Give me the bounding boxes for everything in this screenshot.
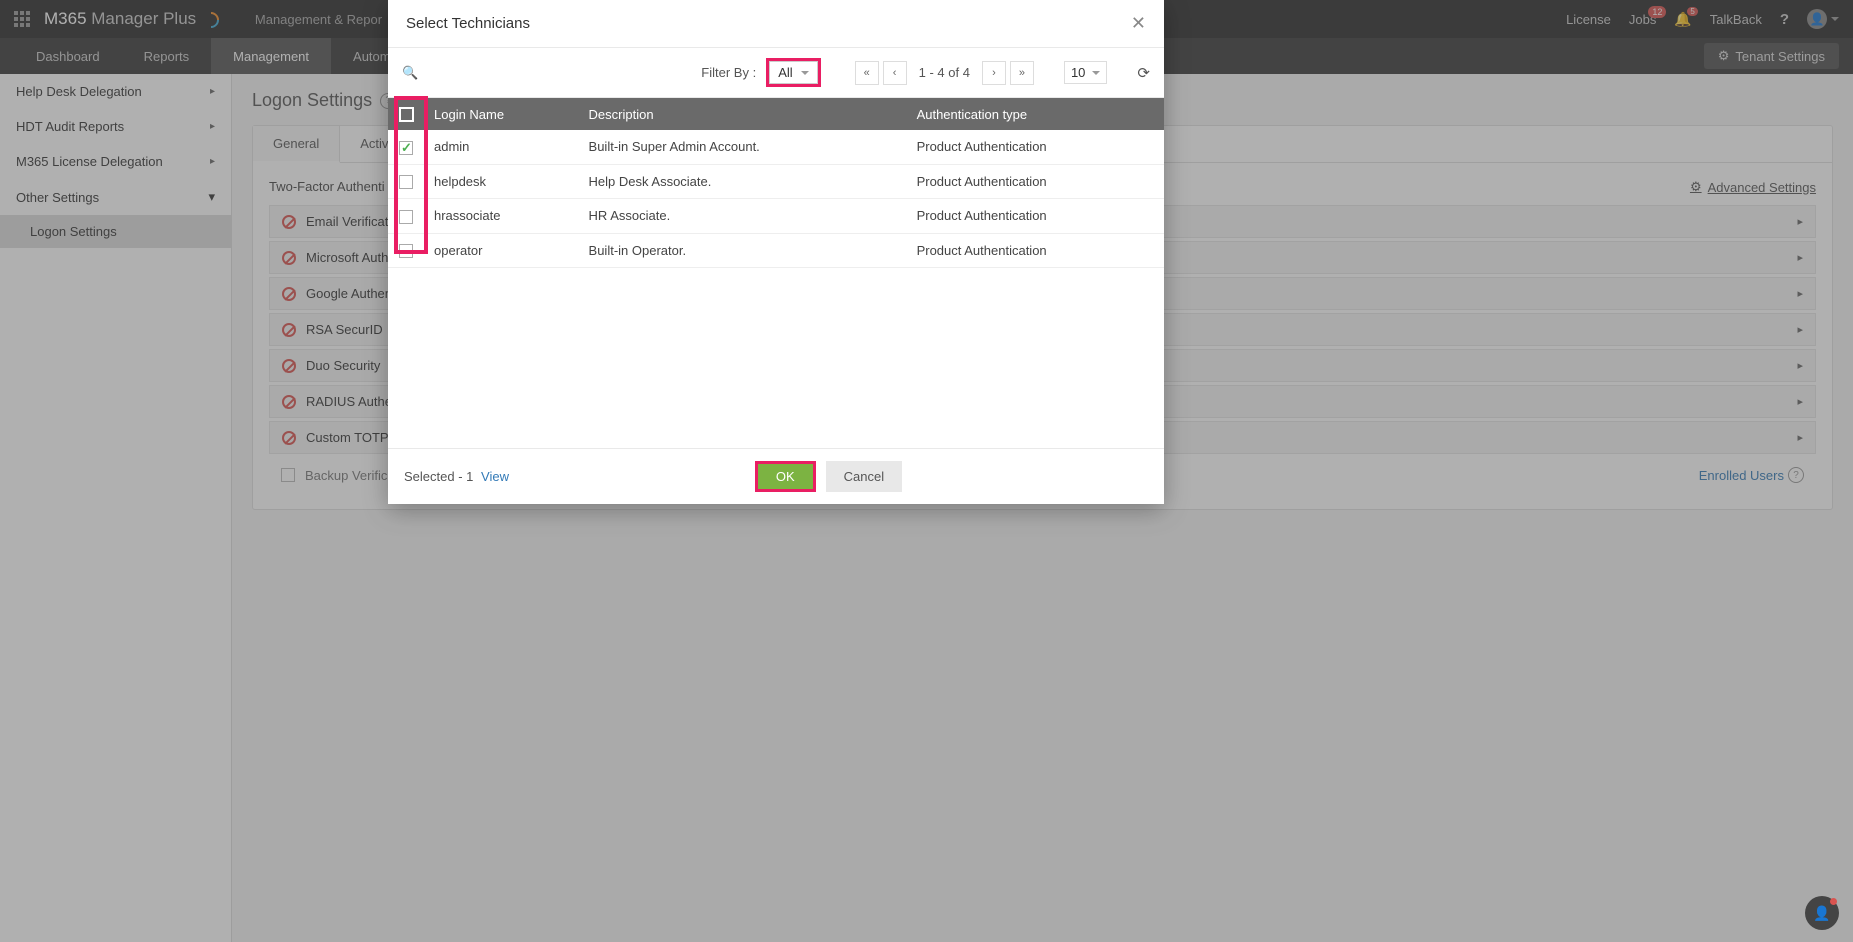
footer-buttons: OK Cancel <box>755 461 902 492</box>
close-icon[interactable] <box>1131 13 1146 34</box>
pager-text: 1 - 4 of 4 <box>911 65 978 80</box>
col-auth-type[interactable]: Authentication type <box>907 98 1164 130</box>
filter-value: All <box>778 65 792 80</box>
pager: « ‹ 1 - 4 of 4 › » <box>855 61 1034 85</box>
filter-select[interactable]: All <box>769 61 817 84</box>
cell-login: admin <box>424 130 579 164</box>
modal-title: Select Technicians <box>406 15 530 32</box>
ok-highlight: OK <box>755 461 816 492</box>
cell-login: helpdesk <box>424 164 579 199</box>
caret-down-icon <box>1092 71 1100 75</box>
pagesize-value: 10 <box>1071 65 1085 80</box>
pager-last-icon[interactable]: » <box>1010 61 1034 85</box>
selected-count: 1 <box>466 469 473 484</box>
modal-toolbar: Filter By : All « ‹ 1 - 4 of 4 › » 10 <box>388 48 1164 98</box>
caret-down-icon <box>801 71 809 75</box>
table-row[interactable]: operator Built-in Operator. Product Auth… <box>388 233 1164 268</box>
search-icon[interactable] <box>402 65 418 81</box>
modal-footer: Selected - 1 View OK Cancel <box>388 448 1164 504</box>
cell-auth: Product Authentication <box>907 164 1164 199</box>
chat-bubble-icon[interactable] <box>1805 896 1839 930</box>
technicians-table: Login Name Description Authentication ty… <box>388 98 1164 268</box>
selected-text: Selected - 1 View <box>404 469 509 484</box>
cell-login: operator <box>424 233 579 268</box>
pager-next-icon[interactable]: › <box>982 61 1006 85</box>
cell-description: Built-in Operator. <box>579 233 907 268</box>
cancel-button[interactable]: Cancel <box>826 461 902 492</box>
table-header-row: Login Name Description Authentication ty… <box>388 98 1164 130</box>
cell-description: Built-in Super Admin Account. <box>579 130 907 164</box>
cell-description: Help Desk Associate. <box>579 164 907 199</box>
chat-notification-dot <box>1830 898 1837 905</box>
filter-label: Filter By : <box>701 65 756 80</box>
ok-button[interactable]: OK <box>758 464 813 489</box>
select-technicians-modal: Select Technicians Filter By : All « ‹ 1… <box>388 0 1164 504</box>
col-login[interactable]: Login Name <box>424 98 579 130</box>
pager-prev-icon[interactable]: ‹ <box>883 61 907 85</box>
table-row[interactable]: hrassociate HR Associate. Product Authen… <box>388 199 1164 234</box>
table-row[interactable]: helpdesk Help Desk Associate. Product Au… <box>388 164 1164 199</box>
col-description[interactable]: Description <box>579 98 907 130</box>
selected-label: Selected - <box>404 469 463 484</box>
pagesize-select[interactable]: 10 <box>1064 61 1107 84</box>
cell-login: hrassociate <box>424 199 579 234</box>
modal-header: Select Technicians <box>388 0 1164 48</box>
cell-auth: Product Authentication <box>907 199 1164 234</box>
refresh-icon[interactable] <box>1137 64 1150 82</box>
table-row[interactable]: admin Built-in Super Admin Account. Prod… <box>388 130 1164 164</box>
filter-highlight: All <box>766 58 820 87</box>
cell-auth: Product Authentication <box>907 130 1164 164</box>
cell-auth: Product Authentication <box>907 233 1164 268</box>
cell-description: HR Associate. <box>579 199 907 234</box>
checkbox-column-highlight <box>394 96 428 254</box>
pager-first-icon[interactable]: « <box>855 61 879 85</box>
view-link[interactable]: View <box>481 469 509 484</box>
